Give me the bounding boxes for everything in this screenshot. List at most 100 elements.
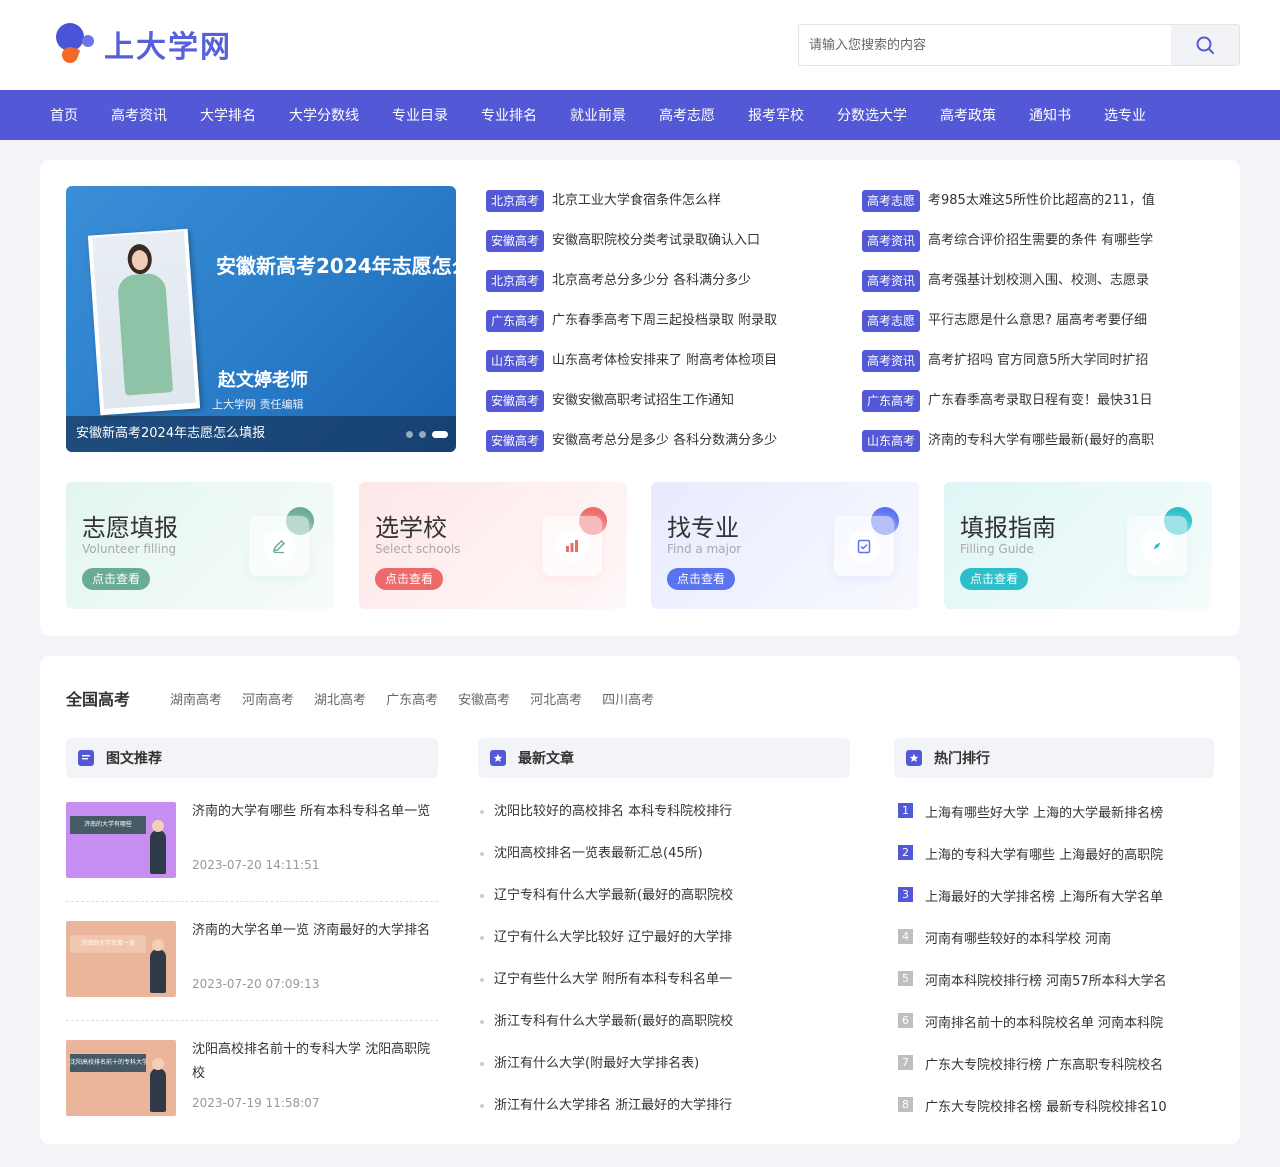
nav-item[interactable]: 大学排名 [200,105,256,125]
news-tag[interactable]: 安徽高考 [486,230,545,252]
news-item[interactable]: 山东高考 山东高考体检安排来了 附高考体检项目 [486,350,826,390]
feature-card[interactable]: 找专业 Find a major 点击查看 [651,482,919,609]
latest-article-item[interactable]: 辽宁有些什么大学 附所有本科专科名单一 [478,972,850,1014]
news-title[interactable]: 山东高考体检安排来了 附高考体检项目 [552,350,777,372]
news-title[interactable]: 高考扩招吗 官方同意5所大学同时扩招 [928,350,1148,372]
news-item[interactable]: 安徽高考 安徽高考总分是多少 各科分数满分多少 [486,430,826,470]
nav-item[interactable]: 高考志愿 [659,105,715,125]
news-item[interactable]: 安徽高考 安徽安徽高职考试招生工作通知 [486,390,826,430]
latest-article-title[interactable]: 沈阳比较好的高校排名 本科专科院校排行 [494,804,732,820]
province-tab[interactable]: 湖南高考 [170,689,222,708]
carousel-dot[interactable] [406,431,413,438]
article-title[interactable]: 沈阳高校排名前十的专科大学 沈阳高职院校 [192,1038,440,1086]
hot-title[interactable]: 上海有哪些好大学 上海的大学最新排名榜 [925,802,1163,821]
province-tab[interactable]: 四川高考 [602,689,654,708]
article-thumbnail[interactable]: 沈阳高校排名前十的专科大学 [66,1040,176,1116]
hot-title[interactable]: 河南排名前十的本科院校名单 河南本科院 [925,1012,1163,1031]
news-item[interactable]: 北京高考 北京工业大学食宿条件怎么样 [486,190,826,230]
latest-article-item[interactable]: 浙江专科有什么大学最新(最好的高职院校 [478,1014,850,1056]
news-item[interactable]: 山东高考 济南的专科大学有哪些最新(最好的高职 [862,430,1202,470]
news-tag[interactable]: 高考志愿 [862,190,921,212]
nav-item[interactable]: 报考军校 [748,105,804,125]
news-tag[interactable]: 安徽高考 [486,430,545,452]
news-tag[interactable]: 高考资讯 [862,350,921,372]
hot-item[interactable]: 5 河南本科院校排行榜 河南57所本科大学名 [896,970,1214,1012]
news-title[interactable]: 广东春季高考下周三起投档录取 附录取 [552,310,777,332]
news-item[interactable]: 北京高考 北京高考总分多少分 各科满分多少 [486,270,826,310]
news-title[interactable]: 平行志愿是什么意思? 届高考考要仔细 [928,310,1147,332]
hot-title[interactable]: 上海的专科大学有哪些 上海最好的高职院 [925,844,1163,863]
article-item[interactable]: 济南的大学名单一览 济南的大学名单一览 济南最好的大学排名 2023-07-20 0… [66,903,438,1021]
latest-article-item[interactable]: 辽宁专科有什么大学最新(最好的高职院校 [478,888,850,930]
latest-article-item[interactable]: 辽宁有什么大学比较好 辽宁最好的大学排 [478,930,850,972]
news-title[interactable]: 安徽安徽高职考试招生工作通知 [552,390,734,412]
latest-article-title[interactable]: 浙江有什么大学排名 浙江最好的大学排行 [494,1098,732,1114]
news-tag[interactable]: 北京高考 [486,190,545,212]
carousel-dot[interactable] [419,431,426,438]
news-tag[interactable]: 高考资讯 [862,270,921,292]
view-button[interactable]: 点击查看 [375,568,444,590]
province-tab[interactable]: 广东高考 [386,689,438,708]
latest-article-item[interactable]: 浙江有什么大学(附最好大学排名表) [478,1056,850,1098]
feature-card[interactable]: 选学校 Select schools 点击查看 [359,482,627,609]
latest-article-title[interactable]: 辽宁专科有什么大学最新(最好的高职院校 [494,888,733,904]
news-item[interactable]: 广东高考 广东春季高考录取日程有变！最快31日 [862,390,1202,430]
news-item[interactable]: 广东高考 广东春季高考下周三起投档录取 附录取 [486,310,826,350]
latest-article-title[interactable]: 浙江有什么大学(附最好大学排名表) [494,1056,699,1072]
search-button[interactable] [1171,25,1239,65]
news-tag[interactable]: 安徽高考 [486,390,545,412]
latest-article-title[interactable]: 浙江专科有什么大学最新(最好的高职院校 [494,1014,733,1030]
province-tab[interactable]: 湖北高考 [314,689,366,708]
news-title[interactable]: 济南的专科大学有哪些最新(最好的高职 [928,430,1154,452]
article-thumbnail[interactable]: 济南的大学有哪些 [66,802,176,878]
news-tag[interactable]: 山东高考 [862,430,921,452]
hot-item[interactable]: 1 上海有哪些好大学 上海的大学最新排名榜 [896,802,1214,844]
latest-article-title[interactable]: 辽宁有些什么大学 附所有本科专科名单一 [494,972,732,988]
carousel-dot-active[interactable] [432,431,448,438]
nav-item[interactable]: 分数选大学 [837,105,907,125]
view-button[interactable]: 点击查看 [960,568,1029,590]
nav-item[interactable]: 高考资讯 [111,105,167,125]
province-tab[interactable]: 河北高考 [530,689,582,708]
news-tag[interactable]: 山东高考 [486,350,545,372]
news-title[interactable]: 安徽高职院校分类考试录取确认入口 [552,230,760,252]
news-item[interactable]: 安徽高考 安徽高职院校分类考试录取确认入口 [486,230,826,270]
feature-card[interactable]: 志愿填报 Volunteer filling 点击查看 [66,482,334,609]
news-item[interactable]: 高考资讯 高考综合评价招生需要的条件 有哪些学 [862,230,1202,270]
hot-item[interactable]: 3 上海最好的大学排名榜 上海所有大学名单 [896,886,1214,928]
news-title[interactable]: 北京工业大学食宿条件怎么样 [552,190,721,212]
nav-item[interactable]: 专业排名 [481,105,537,125]
hot-title[interactable]: 广东大专院校排行榜 广东高职专科院校名 [925,1054,1163,1073]
banner-caption[interactable]: 安徽新高考2024年志愿怎么填报 [66,416,456,452]
nav-item[interactable]: 高考政策 [940,105,996,125]
province-tab[interactable]: 河南高考 [242,689,294,708]
hot-item[interactable]: 2 上海的专科大学有哪些 上海最好的高职院 [896,844,1214,886]
view-button[interactable]: 点击查看 [667,568,736,590]
province-tab[interactable]: 安徽高考 [458,689,510,708]
nav-item[interactable]: 通知书 [1029,105,1071,125]
hot-item[interactable]: 7 广东大专院校排行榜 广东高职专科院校名 [896,1054,1214,1096]
banner-carousel[interactable]: 安徽新高考2024年志愿怎么填报 赵文婷老师 上大学网 责任编辑 安徽新高考20… [66,186,456,452]
news-tag[interactable]: 高考资讯 [862,230,921,252]
hot-item[interactable]: 6 河南排名前十的本科院校名单 河南本科院 [896,1012,1214,1054]
article-item[interactable]: 济南的大学有哪些 济南的大学有哪些 所有本科专科名单一览 2023-07-20 14… [66,784,438,902]
news-title[interactable]: 北京高考总分多少分 各科满分多少 [552,270,751,292]
nav-item[interactable]: 选专业 [1104,105,1146,125]
news-title[interactable]: 安徽高考总分是多少 各科分数满分多少 [552,430,777,452]
nav-item[interactable]: 首页 [50,105,78,125]
news-item[interactable]: 高考志愿 考985太难这5所性价比超高的211，值 [862,190,1202,230]
news-item[interactable]: 高考资讯 高考扩招吗 官方同意5所大学同时扩招 [862,350,1202,390]
news-tag[interactable]: 广东高考 [486,310,545,332]
nav-item[interactable]: 专业目录 [392,105,448,125]
hot-title[interactable]: 河南有哪些较好的本科学校 河南 [925,928,1111,947]
view-button[interactable]: 点击查看 [82,568,151,590]
nav-item[interactable]: 大学分数线 [289,105,359,125]
latest-article-item[interactable]: 沈阳高校排名一览表最新汇总(45所) [478,846,850,888]
latest-article-title[interactable]: 沈阳高校排名一览表最新汇总(45所) [494,846,703,862]
article-item[interactable]: 沈阳高校排名前十的专科大学 沈阳高校排名前十的专科大学 沈阳高职院校 2023-07… [66,1022,438,1140]
article-title[interactable]: 济南的大学名单一览 济南最好的大学排名 [192,919,440,943]
hot-item[interactable]: 8 广东大专院校排名榜 最新专科院校排名10 [896,1096,1214,1138]
latest-article-title[interactable]: 辽宁有什么大学比较好 辽宁最好的大学排 [494,930,732,946]
news-tag[interactable]: 高考志愿 [862,310,921,332]
news-item[interactable]: 高考资讯 高考强基计划校测入围、校测、志愿录 [862,270,1202,310]
